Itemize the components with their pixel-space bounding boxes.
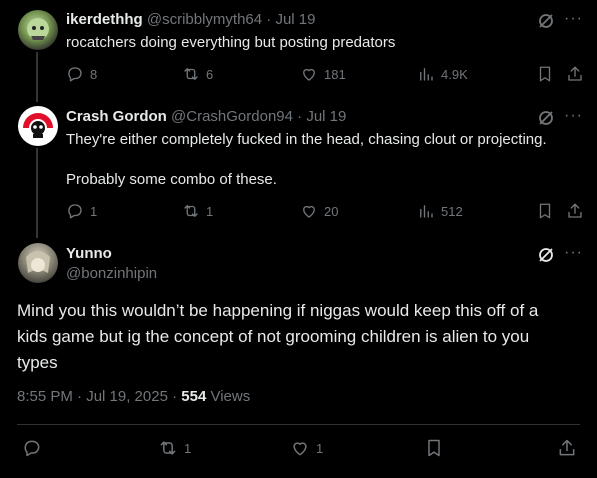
like-icon bbox=[303, 205, 315, 218]
thread-line bbox=[36, 148, 38, 238]
author-handle[interactable]: @scribblymyth64 bbox=[147, 11, 262, 28]
thread-line bbox=[36, 52, 38, 102]
retweet-count: 1 bbox=[206, 203, 214, 219]
retweet-button[interactable]: 1 bbox=[182, 202, 213, 220]
reply-icon bbox=[68, 67, 82, 82]
views-count: 554 bbox=[181, 388, 207, 405]
retweet-button[interactable]: 6 bbox=[182, 65, 213, 83]
retweet-count: 6 bbox=[206, 66, 214, 82]
views-icon bbox=[420, 205, 433, 218]
grok-icon bbox=[539, 248, 553, 262]
grok-icon bbox=[539, 14, 553, 28]
tweet-header: Crash Gordon @CrashGordon94 · Jul 19 bbox=[66, 108, 346, 125]
more-icon[interactable]: ··· bbox=[564, 107, 583, 125]
avatar-art-icon bbox=[26, 251, 50, 273]
bookmark-icon bbox=[539, 66, 551, 82]
author-handle[interactable]: @bonzinhipin bbox=[66, 265, 157, 282]
retweet-button[interactable]: 1 bbox=[158, 438, 191, 458]
like-count: 20 bbox=[324, 203, 339, 219]
share-button[interactable] bbox=[557, 438, 577, 458]
bookmark-button[interactable] bbox=[536, 202, 554, 220]
like-count: 181 bbox=[324, 66, 346, 82]
tweet-date[interactable]: · Jul 19 bbox=[297, 108, 346, 125]
tweet-timestamp[interactable]: 8:55 PM · Jul 19, 2025 · bbox=[17, 388, 181, 405]
tweet-text: They're either completely fucked in the … bbox=[66, 131, 547, 148]
avatar[interactable] bbox=[18, 106, 58, 146]
share-icon bbox=[559, 439, 575, 456]
reply-count: 1 bbox=[90, 203, 98, 219]
share-button[interactable] bbox=[566, 65, 584, 83]
tweet-header: ikerdethhg @scribblymyth64 · Jul 19 bbox=[66, 11, 316, 28]
like-icon bbox=[293, 442, 307, 456]
views-label: Views bbox=[206, 388, 251, 405]
like-button[interactable]: 1 bbox=[290, 438, 323, 458]
tweet-text: Probably some combo of these. bbox=[66, 171, 277, 188]
reply-button[interactable]: 8 bbox=[66, 65, 97, 83]
bookmark-button[interactable] bbox=[424, 438, 444, 458]
reply-count: 8 bbox=[90, 66, 98, 82]
tweet-date[interactable]: · Jul 19 bbox=[266, 11, 315, 28]
like-button[interactable]: 181 bbox=[300, 65, 346, 83]
grok-button[interactable] bbox=[537, 12, 555, 35]
views-button[interactable]: 512 bbox=[417, 202, 463, 220]
grok-icon bbox=[539, 111, 553, 125]
reply-button[interactable]: 1 bbox=[66, 202, 97, 220]
more-icon[interactable]: ··· bbox=[564, 244, 583, 262]
grok-button[interactable] bbox=[537, 246, 555, 269]
views-count: 4.9K bbox=[441, 66, 468, 82]
bookmark-button[interactable] bbox=[536, 65, 554, 83]
retweet-icon bbox=[184, 68, 198, 80]
skull-avatar-icon bbox=[23, 113, 53, 138]
author-name[interactable]: Yunno bbox=[66, 245, 112, 262]
grok-button[interactable] bbox=[537, 109, 555, 132]
bookmark-icon bbox=[428, 439, 440, 457]
like-icon bbox=[303, 68, 315, 81]
share-icon bbox=[568, 203, 582, 218]
author-handle[interactable]: @CrashGordon94 bbox=[171, 108, 293, 125]
bookmark-icon bbox=[539, 203, 551, 219]
tweet-meta: 8:55 PM · Jul 19, 2025 · 554 Views bbox=[17, 388, 250, 405]
reply-button[interactable] bbox=[22, 438, 42, 458]
share-button[interactable] bbox=[566, 202, 584, 220]
avatar[interactable] bbox=[18, 10, 58, 50]
views-button[interactable]: 4.9K bbox=[417, 65, 468, 83]
share-icon bbox=[568, 66, 582, 81]
divider bbox=[17, 424, 580, 425]
avatar[interactable] bbox=[18, 243, 58, 283]
author-name[interactable]: Crash Gordon bbox=[66, 108, 167, 125]
retweet-icon bbox=[184, 205, 198, 217]
like-count: 1 bbox=[316, 440, 324, 456]
views-count: 512 bbox=[441, 203, 463, 219]
retweet-count: 1 bbox=[184, 440, 192, 456]
views-icon bbox=[420, 68, 433, 81]
author-name[interactable]: ikerdethhg bbox=[66, 11, 143, 28]
reply-icon bbox=[68, 204, 82, 219]
retweet-icon bbox=[160, 441, 176, 455]
like-button[interactable]: 20 bbox=[300, 202, 338, 220]
reply-icon bbox=[24, 440, 40, 457]
tweet-text: Mind you this wouldn’t be happening if n… bbox=[17, 301, 539, 372]
avatar-art-icon bbox=[27, 18, 49, 40]
more-icon[interactable]: ··· bbox=[564, 10, 583, 28]
tweet-text: rocatchers doing everything but posting … bbox=[66, 34, 396, 51]
